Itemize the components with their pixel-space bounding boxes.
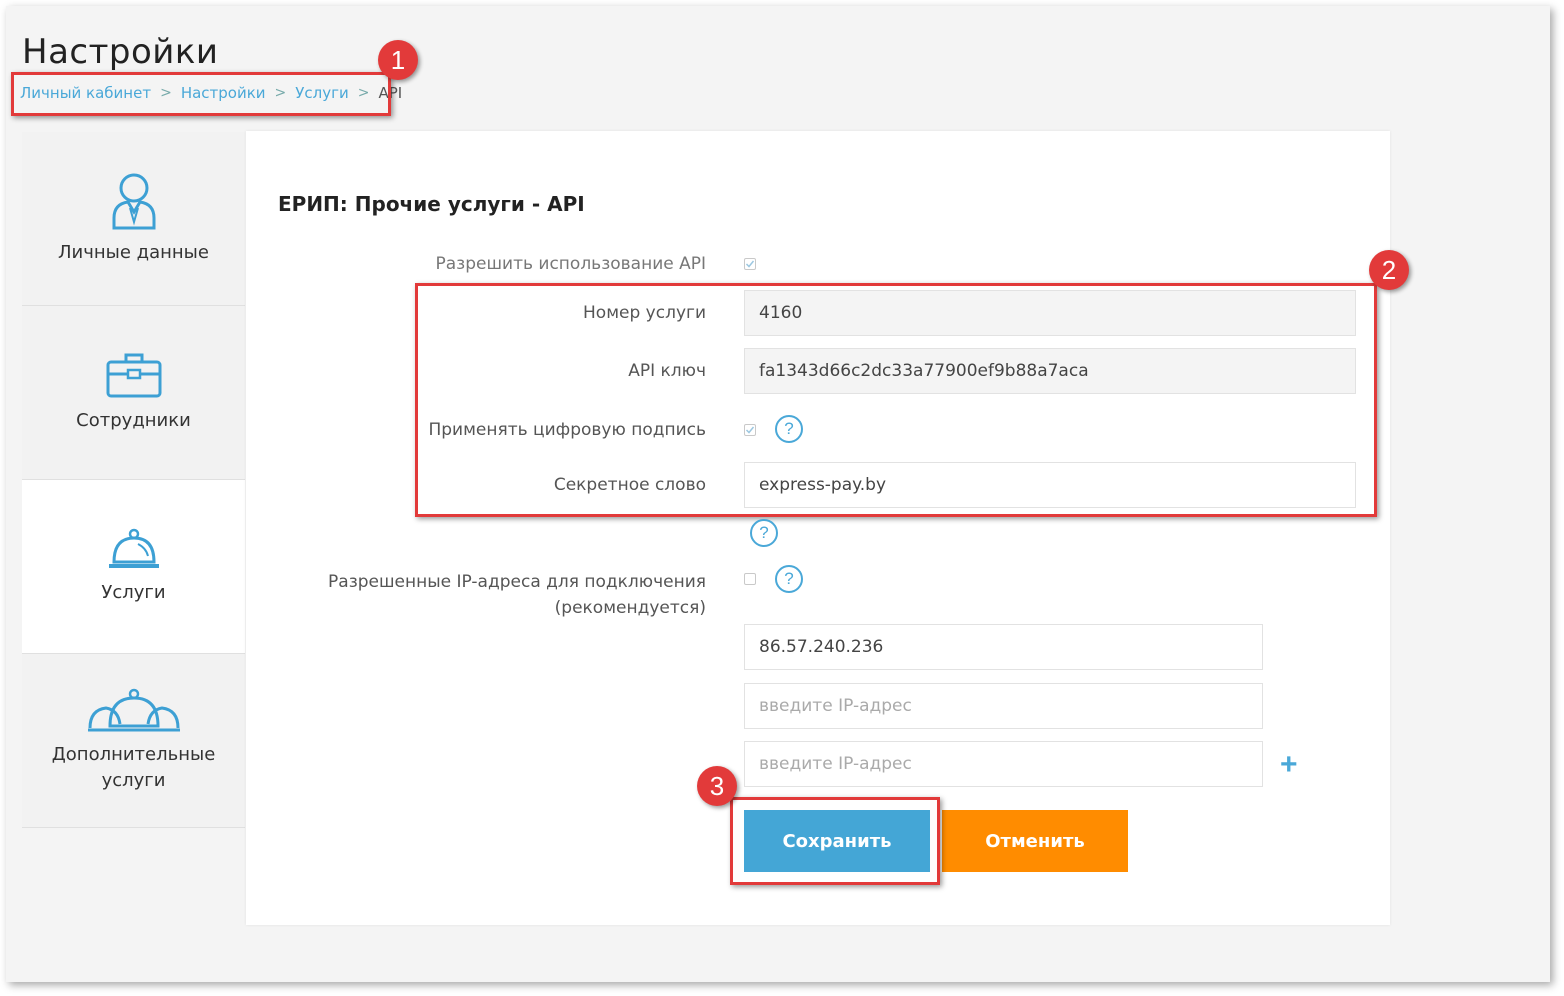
annotation-number-2: 2 — [1369, 250, 1409, 290]
allowed-ips-label-line1: Разрешенные IP-адреса для подключения — [328, 572, 706, 592]
page-title: Настройки — [22, 32, 219, 72]
allow-api-label: Разрешить использование API — [435, 254, 706, 274]
ip-address-field-3[interactable]: введите IP-адрес — [744, 741, 1263, 787]
cloche-icon — [108, 528, 159, 568]
sidebar-item-label: Дополнительные услуги — [51, 743, 216, 791]
sidebar-item-label: Сотрудники — [76, 409, 191, 431]
api-key-field[interactable]: fa1343d66c2dc33a77900ef9b88a7aca — [744, 348, 1356, 394]
secret-word-field[interactable]: express-pay.by — [744, 462, 1356, 508]
add-ip-plus-icon[interactable]: + — [1280, 750, 1298, 780]
allowed-ips-checkbox[interactable] — [744, 573, 756, 585]
digital-signature-checkbox[interactable] — [744, 424, 756, 436]
sidebar-item-personal-data[interactable]: Личные данные — [22, 132, 245, 306]
sidebar-item-label: Услуги — [101, 581, 166, 603]
sidebar-item-label: Личные данные — [58, 241, 209, 263]
secret-word-label: Секретное слово — [553, 475, 706, 495]
check-icon — [745, 260, 755, 268]
service-number-field[interactable]: 4160 — [744, 290, 1356, 336]
allowed-ips-label: Разрешенные IP-адреса для подключения (р… — [328, 569, 706, 621]
allow-api-checkbox[interactable] — [744, 258, 756, 270]
digital-signature-label: Применять цифровую подпись — [428, 420, 706, 440]
help-icon[interactable]: ? — [775, 565, 803, 593]
allowed-ips-label-line2: (рекомендуется) — [554, 598, 706, 618]
briefcase-icon — [106, 353, 161, 397]
cancel-button[interactable]: Отменить — [942, 810, 1128, 872]
sidebar-item-employees[interactable]: Сотрудники — [22, 306, 245, 480]
user-icon — [112, 173, 155, 229]
api-key-label: API ключ — [628, 361, 706, 381]
service-number-label: Номер услуги — [583, 303, 706, 323]
ip-address-field-2[interactable]: введите IP-адрес — [744, 683, 1263, 729]
help-icon[interactable]: ? — [775, 415, 803, 443]
sidebar-item-additional-services[interactable]: Дополнительные услуги — [22, 654, 245, 828]
annotation-number-1: 1 — [378, 40, 418, 80]
ip-address-field-1[interactable]: 86.57.240.236 — [744, 624, 1263, 670]
annotation-box-save — [730, 797, 940, 885]
sidebar: Личные данные Сотрудники Услуги Дополнит… — [22, 132, 245, 828]
annotation-number-3: 3 — [697, 766, 737, 806]
annotation-box-breadcrumb — [11, 72, 391, 116]
section-title: ЕРИП: Прочие услуги - API — [278, 192, 585, 216]
help-icon[interactable]: ? — [750, 519, 778, 547]
check-icon — [745, 426, 755, 434]
cloches-icon — [87, 688, 180, 731]
sidebar-item-services[interactable]: Услуги — [22, 480, 245, 654]
